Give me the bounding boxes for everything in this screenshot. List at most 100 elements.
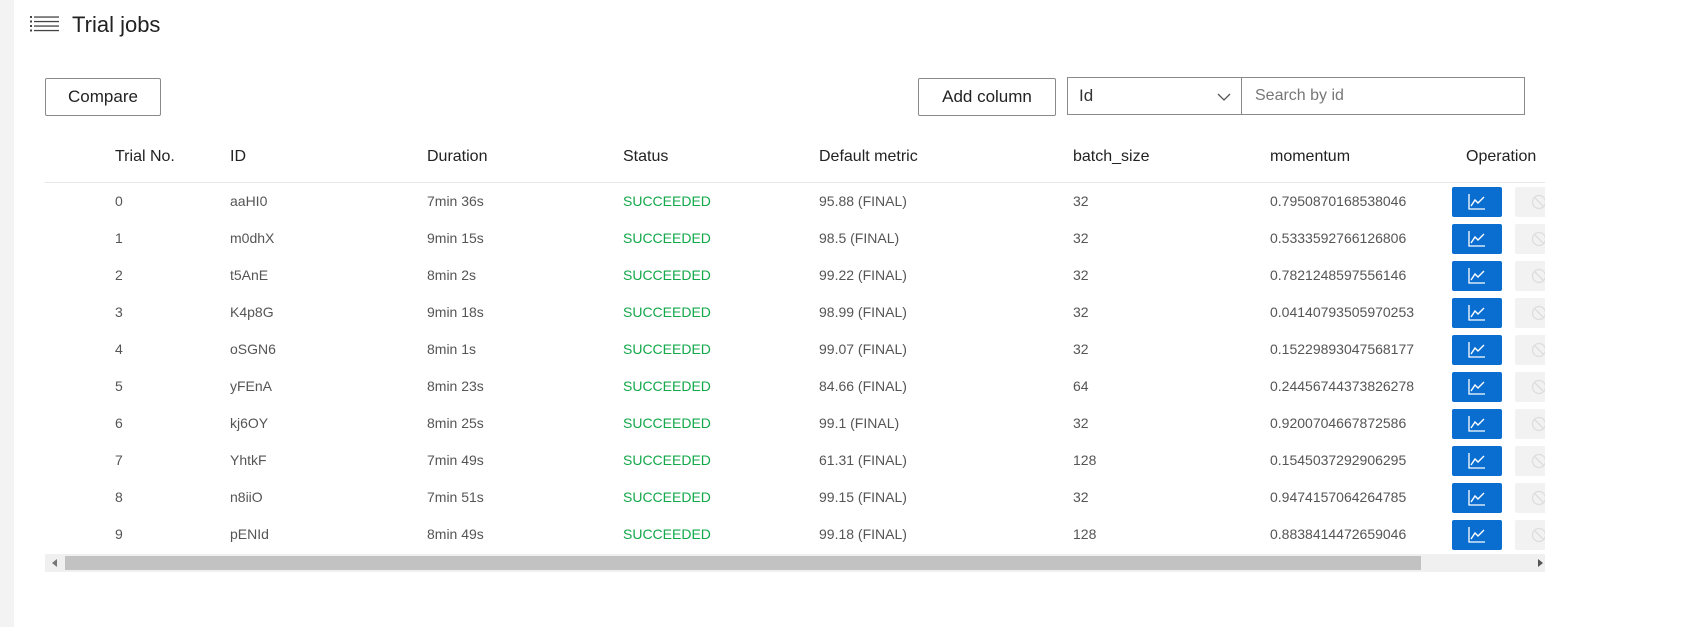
- block-icon: [1531, 453, 1545, 469]
- kill-trial-button[interactable]: [1515, 335, 1545, 365]
- view-metrics-button[interactable]: [1452, 187, 1502, 217]
- cell-status: SUCCEEDED: [623, 230, 711, 246]
- kill-trial-button[interactable]: [1515, 187, 1545, 217]
- table-header: Trial No. ID Duration Status Default met…: [45, 132, 1545, 183]
- scroll-left-icon[interactable]: [50, 558, 60, 568]
- view-metrics-button[interactable]: [1452, 520, 1502, 550]
- cell-status: SUCCEEDED: [623, 452, 711, 468]
- block-icon: [1531, 194, 1545, 210]
- scrollbar-thumb[interactable]: [65, 556, 1421, 570]
- cell-default-metric: 98.5 (FINAL): [819, 230, 900, 246]
- cell-default-metric: 99.15 (FINAL): [819, 489, 907, 505]
- line-chart-icon: [1468, 490, 1485, 506]
- search-field-selected: Id: [1079, 86, 1094, 105]
- line-chart-icon: [1468, 527, 1485, 543]
- cell-id[interactable]: K4p8G: [230, 304, 274, 320]
- cell-default-metric: 95.88 (FINAL): [819, 193, 907, 209]
- cell-momentum: 0.9474157064264785: [1270, 489, 1407, 505]
- cell-id[interactable]: pENId: [230, 526, 269, 542]
- column-header-status[interactable]: Status: [623, 148, 668, 166]
- column-header-trial-no[interactable]: Trial No.: [115, 148, 175, 166]
- table-row[interactable]: 5 yFEnA 8min 23s SUCCEEDED 84.66 (FINAL) 64 0.…: [45, 368, 1545, 405]
- line-chart-icon: [1468, 231, 1485, 247]
- page-title: Trial jobs: [72, 12, 161, 37]
- line-chart-icon: [1468, 342, 1485, 358]
- column-header-operation: Operation: [1466, 148, 1537, 165]
- cell-momentum: 0.7821248597556146: [1270, 267, 1407, 283]
- cell-trial-no: 3: [115, 304, 123, 320]
- cell-id[interactable]: oSGN6: [230, 341, 276, 357]
- search-input[interactable]: [1241, 77, 1525, 115]
- kill-trial-button[interactable]: [1515, 298, 1545, 328]
- view-metrics-button[interactable]: [1452, 335, 1502, 365]
- table-row[interactable]: 7 YhtkF 7min 49s SUCCEEDED 61.31 (FINAL) 128 0…: [45, 442, 1545, 479]
- scroll-right-icon[interactable]: [1535, 558, 1545, 568]
- cell-momentum: 0.15229893047568177: [1270, 341, 1415, 357]
- cell-trial-no: 2: [115, 267, 123, 283]
- kill-trial-button[interactable]: [1515, 483, 1545, 513]
- table-row[interactable]: 3 K4p8G 9min 18s SUCCEEDED 98.99 (FINAL) 32 0.…: [45, 294, 1545, 331]
- cell-trial-no: 9: [115, 526, 123, 542]
- cell-duration: 9min 18s: [427, 304, 484, 320]
- table-row[interactable]: 9 pENId 8min 49s SUCCEEDED 99.18 (FINAL) 128 0…: [45, 516, 1545, 553]
- list-icon: [30, 16, 59, 32]
- cell-default-metric: 84.66 (FINAL): [819, 378, 907, 394]
- cell-batch-size: 128: [1073, 452, 1097, 468]
- cell-batch-size: 64: [1073, 378, 1089, 394]
- cell-id[interactable]: yFEnA: [230, 378, 272, 394]
- cell-status: SUCCEEDED: [623, 341, 711, 357]
- search-field-select[interactable]: Id: [1067, 77, 1241, 115]
- view-metrics-button[interactable]: [1452, 372, 1502, 402]
- view-metrics-button[interactable]: [1452, 224, 1502, 254]
- column-header-id[interactable]: ID: [230, 148, 246, 166]
- table-row[interactable]: 4 oSGN6 8min 1s SUCCEEDED 99.07 (FINAL) 32 0.1…: [45, 331, 1545, 368]
- cell-id[interactable]: t5AnE: [230, 267, 268, 283]
- column-header-momentum[interactable]: momentum: [1270, 148, 1350, 166]
- column-header-default-metric[interactable]: Default metric: [819, 148, 918, 166]
- cell-momentum: 0.7950870168538046: [1270, 193, 1407, 209]
- cell-default-metric: 99.18 (FINAL): [819, 526, 907, 542]
- add-column-button[interactable]: Add column: [918, 78, 1056, 116]
- kill-trial-button[interactable]: [1515, 520, 1545, 550]
- cell-duration: 8min 1s: [427, 341, 477, 357]
- cell-duration: 7min 51s: [427, 489, 484, 505]
- kill-trial-button[interactable]: [1515, 409, 1545, 439]
- view-metrics-button[interactable]: [1452, 483, 1502, 513]
- view-metrics-button[interactable]: [1452, 261, 1502, 291]
- block-icon: [1531, 305, 1545, 321]
- cell-momentum: 0.9200704667872586: [1270, 415, 1407, 431]
- trials-table: Trial No. ID Duration Status Default met…: [45, 132, 1545, 577]
- cell-duration: 7min 49s: [427, 452, 484, 468]
- cell-id[interactable]: kj6OY: [230, 415, 268, 431]
- column-header-duration[interactable]: Duration: [427, 148, 487, 166]
- column-header-batch-size[interactable]: batch_size: [1073, 148, 1150, 166]
- cell-id[interactable]: aaHI0: [230, 193, 267, 209]
- table-row[interactable]: 8 n8iiO 7min 51s SUCCEEDED 99.15 (FINAL) 32 0.…: [45, 479, 1545, 516]
- cell-id[interactable]: YhtkF: [230, 452, 267, 468]
- cell-status: SUCCEEDED: [623, 193, 711, 209]
- cell-trial-no: 7: [115, 452, 123, 468]
- cell-batch-size: 32: [1073, 304, 1089, 320]
- table-row[interactable]: 0 aaHI0 7min 36s SUCCEEDED 95.88 (FINAL) 32 0.…: [45, 183, 1545, 220]
- table-row[interactable]: 1 m0dhX 9min 15s SUCCEEDED 98.5 (FINAL) 32 0.5…: [45, 220, 1545, 257]
- kill-trial-button[interactable]: [1515, 446, 1545, 476]
- cell-id[interactable]: n8iiO: [230, 489, 263, 505]
- kill-trial-button[interactable]: [1515, 372, 1545, 402]
- cell-id[interactable]: m0dhX: [230, 230, 274, 246]
- cell-momentum: 0.8838414472659046: [1270, 526, 1407, 542]
- view-metrics-button[interactable]: [1452, 446, 1502, 476]
- cell-status: SUCCEEDED: [623, 526, 711, 542]
- block-icon: [1531, 490, 1545, 506]
- view-metrics-button[interactable]: [1452, 298, 1502, 328]
- cell-trial-no: 4: [115, 341, 123, 357]
- cell-default-metric: 98.99 (FINAL): [819, 304, 907, 320]
- view-metrics-button[interactable]: [1452, 409, 1502, 439]
- horizontal-scrollbar[interactable]: [45, 554, 1545, 572]
- table-row[interactable]: 6 kj6OY 8min 25s SUCCEEDED 99.1 (FINAL) 32 0.9…: [45, 405, 1545, 442]
- compare-button[interactable]: Compare: [45, 78, 161, 116]
- kill-trial-button[interactable]: [1515, 224, 1545, 254]
- cell-trial-no: 5: [115, 378, 123, 394]
- trial-jobs-panel: Trial jobs Compare Add column Id Trial N…: [14, 0, 1697, 627]
- table-row[interactable]: 2 t5AnE 8min 2s SUCCEEDED 99.22 (FINAL) 32 0.7…: [45, 257, 1545, 294]
- kill-trial-button[interactable]: [1515, 261, 1545, 291]
